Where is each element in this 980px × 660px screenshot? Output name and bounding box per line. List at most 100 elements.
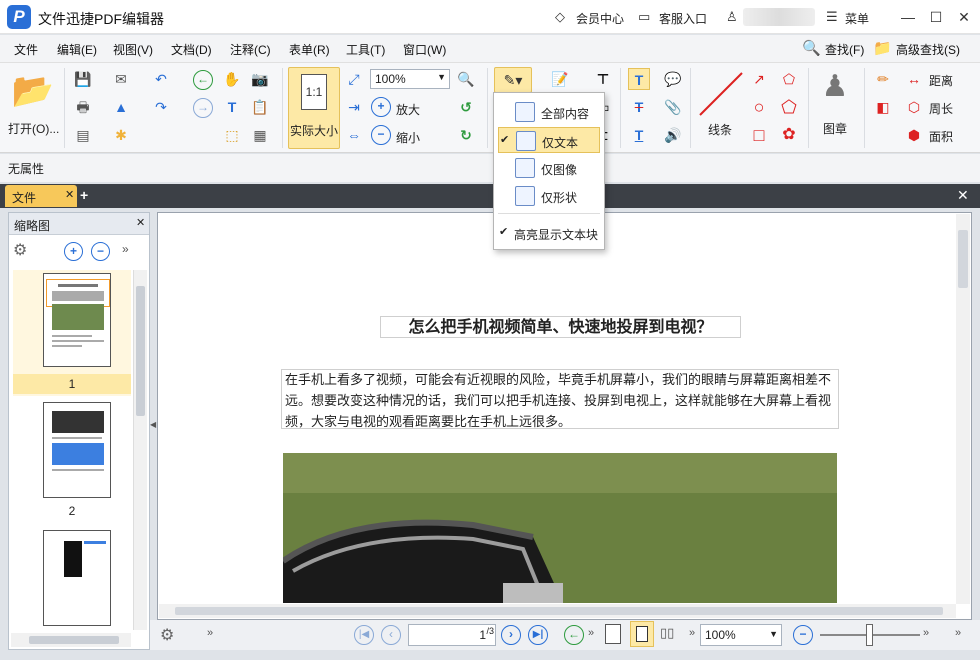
two-page-icon[interactable]: ▯▯ <box>660 625 674 641</box>
document-tool-icon[interactable]: ▦ <box>249 124 271 146</box>
continuous-page-button[interactable] <box>630 621 654 647</box>
distance-tool[interactable]: 距离 <box>929 72 953 89</box>
zoom-in-button[interactable]: 放大 <box>396 101 420 118</box>
thumbnail-item-1[interactable]: 1 <box>13 270 131 396</box>
polygon-tool-icon[interactable]: ⬠ <box>778 96 800 118</box>
save-icon[interactable]: 💾 <box>72 68 94 90</box>
new-document-icon[interactable]: ✱ <box>110 124 132 146</box>
document-vscrollbar[interactable] <box>956 214 970 604</box>
email-icon[interactable]: ✉ <box>110 68 132 90</box>
status-zoom-select[interactable]: 100% ▼ <box>700 624 782 646</box>
cloud-tool-icon[interactable]: ✿ <box>778 124 800 146</box>
dropdown-item-shape-only[interactable]: 仅形状 <box>498 183 600 209</box>
note-icon[interactable]: 💬 <box>662 68 684 90</box>
close-tab-icon[interactable]: ✕ <box>65 188 74 201</box>
highlight-text-icon[interactable]: T <box>628 68 650 90</box>
maximize-button[interactable]: ☐ <box>925 6 947 28</box>
menu-comment[interactable]: 注释(C) <box>230 41 271 58</box>
thumbnail-hscrollbar[interactable] <box>11 633 131 647</box>
dropdown-item-all-content[interactable]: 全部内容 <box>498 99 600 125</box>
menu-document[interactable]: 文档(D) <box>171 41 212 58</box>
zoom-out-icon[interactable]: − <box>793 625 813 645</box>
close-all-tabs-icon[interactable]: ✕ <box>957 187 971 203</box>
close-panel-icon[interactable]: ✕ <box>136 216 145 229</box>
chevron-down-icon[interactable]: » <box>923 627 929 639</box>
magnifier-icon[interactable]: 🔍 <box>455 68 477 90</box>
collapse-panel-handle[interactable]: ◀ <box>150 420 156 436</box>
arrow-tool-icon[interactable]: ↗ <box>748 68 770 90</box>
zoom-slider-handle[interactable] <box>866 624 873 646</box>
last-page-icon[interactable]: ▶| <box>528 625 548 645</box>
zoom-select[interactable]: 100% ▼ <box>370 69 450 89</box>
attachment-icon[interactable]: 📎 <box>662 96 684 118</box>
area-icon[interactable]: ⬢ <box>903 124 925 146</box>
main-menu-button[interactable]: 菜单 <box>845 10 869 27</box>
menu-file[interactable]: 文件 <box>14 41 38 58</box>
first-page-icon[interactable]: |◀ <box>354 625 374 645</box>
redo-icon[interactable]: ↷ <box>150 96 172 118</box>
perimeter-tool[interactable]: 周长 <box>929 100 953 117</box>
export-icon[interactable]: ▤ <box>72 124 94 146</box>
tab-file[interactable]: 文件 ✕ <box>5 185 77 207</box>
thumbnail-item-3[interactable] <box>13 528 131 628</box>
eraser-icon[interactable]: ◧ <box>872 96 894 118</box>
enlarge-thumbnail-icon[interactable]: + <box>64 242 83 261</box>
chevron-down-icon[interactable]: » <box>689 627 695 639</box>
scrollbar-thumb[interactable] <box>175 607 943 615</box>
undo-icon[interactable]: ↶ <box>150 68 172 90</box>
open-folder-icon[interactable]: 📂 <box>8 71 58 111</box>
fit-width-icon[interactable]: ⇥ <box>343 96 365 118</box>
user-name-blurred[interactable] <box>743 8 815 26</box>
select-area-icon[interactable]: ⬚ <box>221 124 243 146</box>
document-paragraph-text-block[interactable]: 在手机上看多了视频，可能会有近视眼的风险，毕竟手机屏幕小，我们的眼睛与屏幕距离相… <box>281 369 839 429</box>
go-back-icon[interactable]: ← <box>564 625 584 645</box>
menu-edit[interactable]: 编辑(E) <box>57 41 97 58</box>
actual-size-button[interactable]: 1:1 实际大小 <box>288 67 340 149</box>
single-page-icon[interactable] <box>605 624 621 644</box>
rotate-right-icon[interactable]: ↻ <box>455 124 477 146</box>
stamp-button[interactable]: 图章 <box>823 120 847 137</box>
hand-tool-icon[interactable]: ✋ <box>221 68 243 90</box>
next-page-icon[interactable]: › <box>501 625 521 645</box>
paste-icon[interactable]: 📋 <box>249 96 271 118</box>
new-tab-icon[interactable]: + <box>80 188 94 202</box>
area-tool[interactable]: 面积 <box>929 128 953 145</box>
line-tool-label[interactable]: 线条 <box>708 121 732 138</box>
open-button[interactable]: 打开(O)... <box>8 120 59 137</box>
zoom-out-button[interactable]: 缩小 <box>396 129 420 146</box>
document-title-text-block[interactable]: 怎么把手机视频简单、快速地投屏到电视？ <box>380 316 741 338</box>
gear-icon[interactable]: ⚙ <box>13 240 27 260</box>
thumbnail-scrollbar[interactable] <box>133 270 147 630</box>
scrollbar-thumb[interactable] <box>136 286 145 416</box>
menu-window[interactable]: 窗口(W) <box>403 41 446 58</box>
customer-service-link[interactable]: 客服入口 <box>659 10 707 27</box>
user-icon[interactable]: ♙ <box>726 9 738 25</box>
chevron-down-icon[interactable]: » <box>955 627 961 639</box>
fit-page-icon[interactable]: ⤢ <box>343 68 365 90</box>
strikeout-icon[interactable]: T <box>628 96 650 118</box>
stamp-icon[interactable]: ♟ <box>816 69 854 113</box>
shrink-thumbnail-icon[interactable]: − <box>91 242 110 261</box>
scan-icon[interactable]: ▲ <box>110 96 132 118</box>
underline-icon[interactable]: T <box>628 124 650 146</box>
scrollbar-thumb[interactable] <box>958 230 968 288</box>
document-hscrollbar[interactable] <box>159 604 956 618</box>
advanced-find-button[interactable]: 高级查找(S) <box>896 41 960 58</box>
print-icon[interactable]: 🖶 <box>72 96 94 118</box>
thumbnail-item-2[interactable]: 2 <box>13 400 131 522</box>
menu-view[interactable]: 视图(V) <box>113 41 153 58</box>
expand-options-icon[interactable]: » <box>207 627 213 639</box>
more-options-icon[interactable]: » <box>122 242 129 256</box>
select-text-icon[interactable]: T <box>221 96 243 118</box>
dropdown-item-text-only[interactable]: ✔ 仅文本 <box>498 127 600 153</box>
chevron-down-icon[interactable]: » <box>588 627 594 639</box>
close-window-button[interactable]: ✕ <box>953 6 975 28</box>
fit-visible-icon[interactable]: ⇔ <box>343 124 365 146</box>
dropdown-item-image-only[interactable]: 仅图像 <box>498 155 600 181</box>
text-box-icon[interactable]: ⊤ <box>592 68 614 90</box>
menu-tools[interactable]: 工具(T) <box>346 41 385 58</box>
sound-icon[interactable]: 🔊 <box>662 124 684 146</box>
pencil-icon[interactable]: ✏ <box>872 68 894 90</box>
rectangle-tool-icon[interactable]: □ <box>748 124 770 146</box>
snapshot-icon[interactable]: 📷 <box>249 68 271 90</box>
